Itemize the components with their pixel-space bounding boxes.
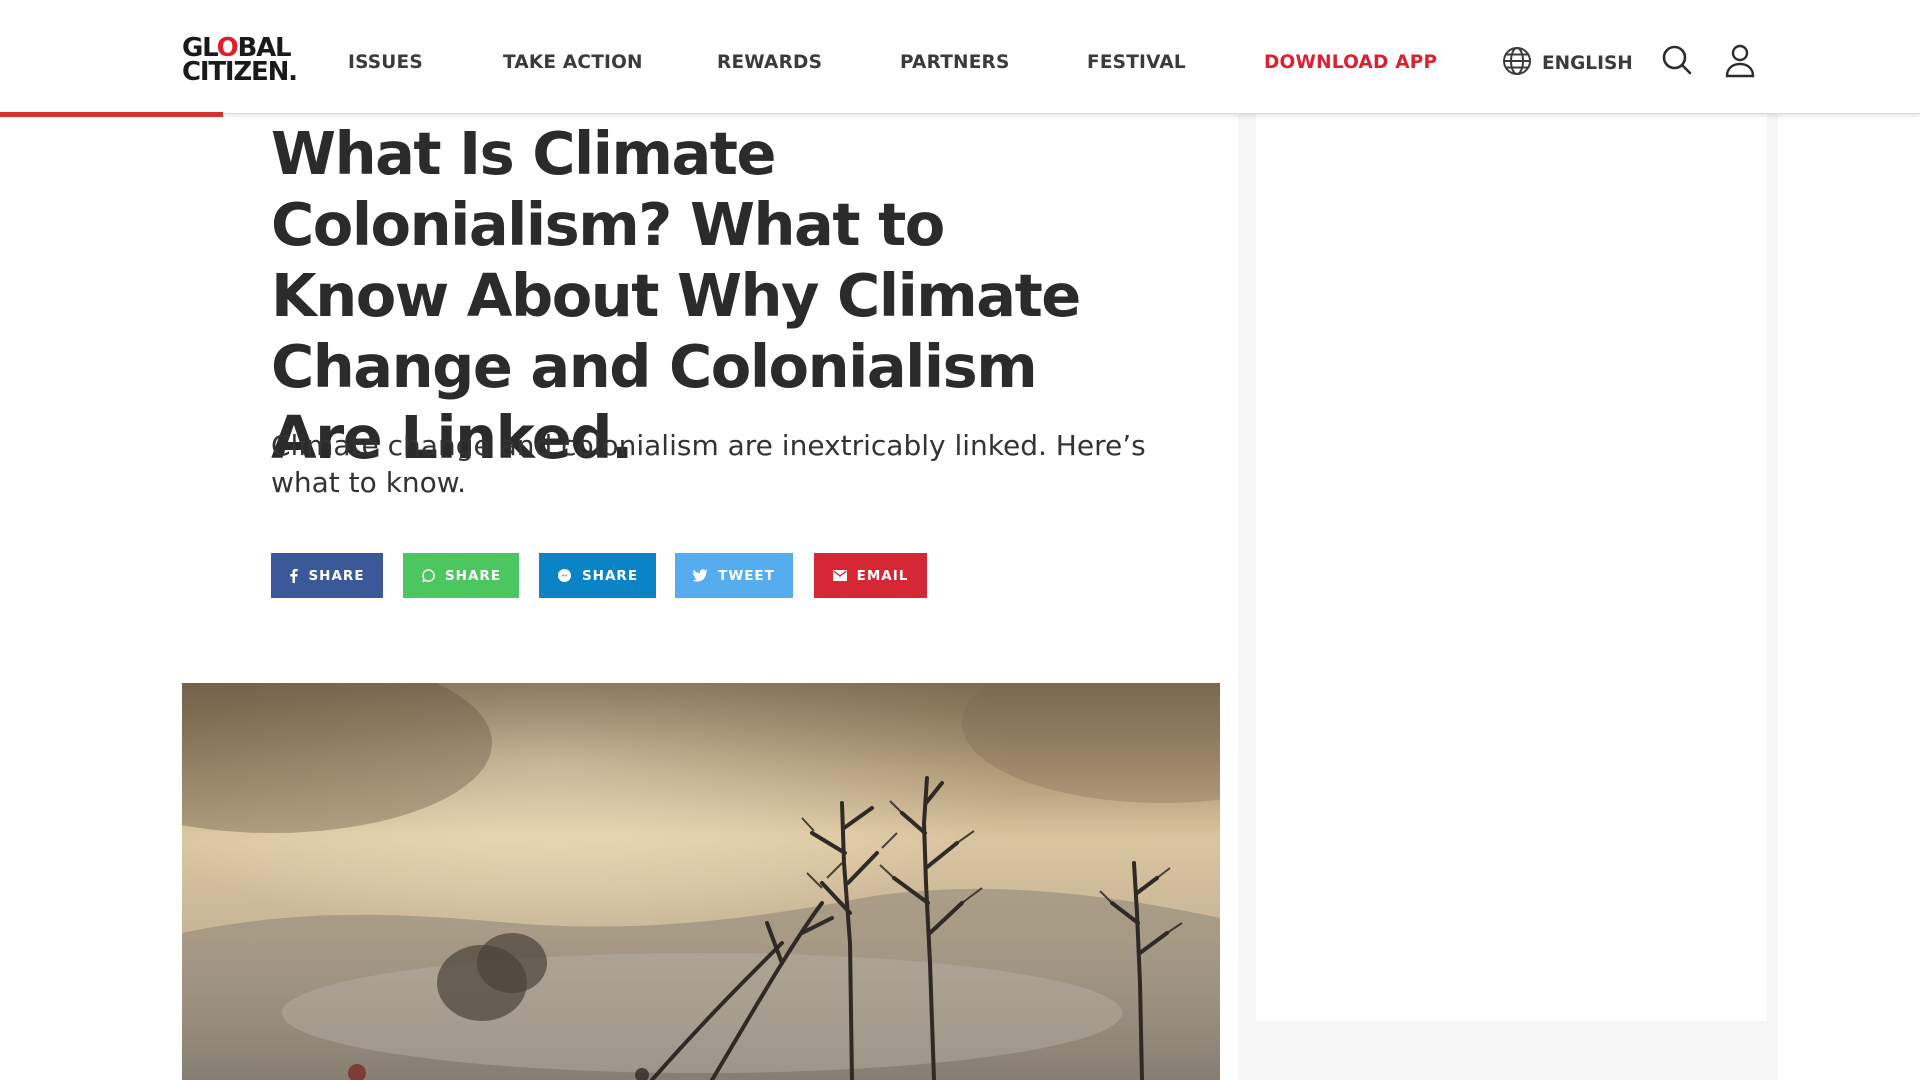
reading-progress-fill <box>0 112 223 117</box>
twitter-share-button[interactable]: TWEET <box>675 553 793 598</box>
envelope-icon <box>832 570 847 581</box>
twitter-icon <box>693 569 708 582</box>
share-label: TWEET <box>718 567 775 584</box>
whatsapp-icon <box>421 568 435 583</box>
share-label: EMAIL <box>856 567 909 584</box>
nav-issues[interactable]: ISSUES <box>348 52 423 73</box>
globe-icon <box>1502 46 1532 80</box>
wildfire-forest-illustration <box>182 683 1220 1080</box>
sidebar-ad-slot <box>1256 113 1767 1021</box>
search-icon[interactable] <box>1661 44 1693 80</box>
share-label: SHARE <box>444 567 502 584</box>
reading-progress-bar <box>0 112 1920 117</box>
nav-partners[interactable]: PARTNERS <box>900 52 1010 73</box>
article-headline: What Is Climate Colonialism? What to Kno… <box>271 119 1081 472</box>
email-share-button[interactable]: EMAIL <box>814 553 927 598</box>
share-label: SHARE <box>581 567 639 584</box>
site-header: GLOBAL CITIZEN. ISSUES TAKE ACTION REWAR… <box>0 0 1920 114</box>
whatsapp-share-button[interactable]: SHARE <box>403 553 519 598</box>
messenger-share-button[interactable]: SHARE <box>539 553 656 598</box>
facebook-icon <box>289 568 299 583</box>
messenger-icon <box>557 568 572 583</box>
language-label: ENGLISH <box>1542 52 1633 74</box>
nav-download-app[interactable]: DOWNLOAD APP <box>1264 52 1437 73</box>
nav-festival[interactable]: FESTIVAL <box>1087 52 1186 73</box>
article-hero-image <box>182 683 1220 1080</box>
share-label: SHARE <box>308 567 365 584</box>
language-selector[interactable]: ENGLISH <box>1502 46 1633 80</box>
nav-take-action[interactable]: TAKE ACTION <box>503 52 643 73</box>
nav-rewards[interactable]: REWARDS <box>717 52 822 73</box>
user-icon[interactable] <box>1725 44 1755 82</box>
facebook-share-button[interactable]: SHARE <box>271 553 383 598</box>
article-dek: Climate change and colonialism are inext… <box>271 429 1146 499</box>
global-citizen-logo[interactable]: GLOBAL CITIZEN. <box>182 35 310 85</box>
